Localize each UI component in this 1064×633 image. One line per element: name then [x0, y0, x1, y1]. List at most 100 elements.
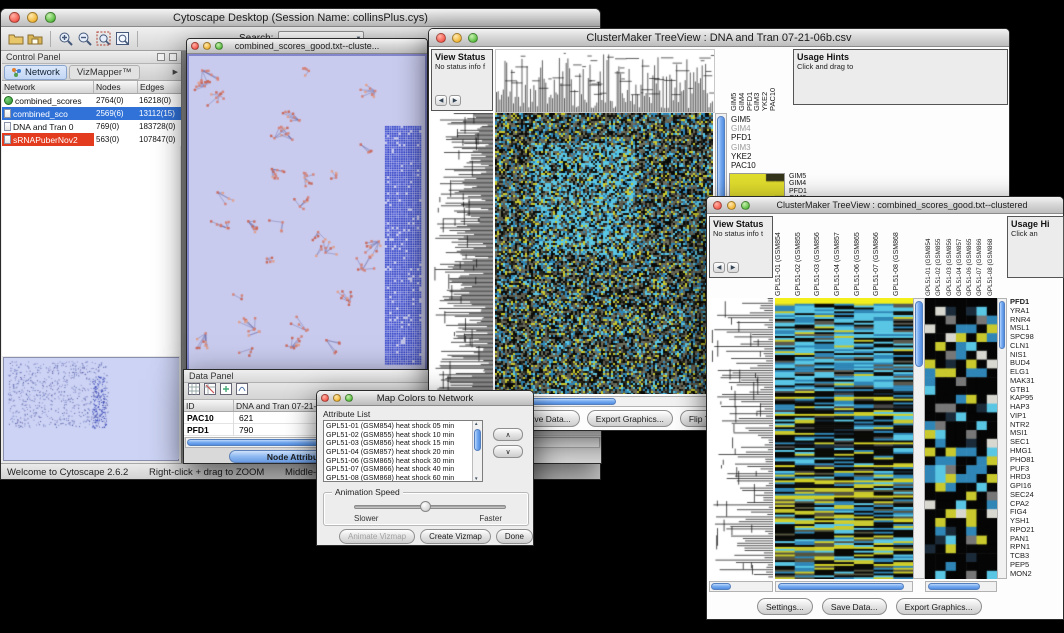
network-overview-canvas[interactable] [4, 358, 179, 459]
network-view-titlebar[interactable]: combined_scores_good.txt--cluste... [187, 39, 427, 54]
zoom-out-icon[interactable] [75, 29, 94, 48]
array-column-label[interactable]: GPL51-04 (GSM857 [834, 218, 854, 296]
treeview-action-button[interactable]: Settings... [757, 598, 813, 615]
attribute-item[interactable]: GPL51-01 (GSM854) heat shock 05 min [324, 422, 472, 431]
zoom-treeview1-button[interactable] [468, 33, 478, 43]
close-treeview2-button[interactable] [713, 201, 722, 210]
tab-network[interactable]: Network [4, 65, 67, 80]
zoom-treeview2-button[interactable] [741, 201, 750, 210]
treeview-action-button[interactable]: Export Graphics... [587, 410, 673, 427]
heatmap-canvas[interactable] [775, 298, 913, 579]
treeview1-titlebar[interactable]: ClusterMaker TreeView : DNA and Tran 07-… [429, 29, 1009, 47]
scroll-thumb[interactable] [474, 429, 481, 451]
dendrogram-hscroll[interactable] [709, 581, 773, 592]
attribute-item[interactable]: GPL51-02 (GSM855) heat shock 10 min [324, 431, 472, 440]
row-dendrogram-canvas[interactable] [431, 113, 493, 394]
network-list-row[interactable]: DNA and Tran 0 769(0) 183728(0) [2, 120, 181, 133]
tab-vizmapper[interactable]: VizMapper™ [69, 65, 140, 80]
attribute-item[interactable]: GPL51-08 (GSM868) heat shock 60 min [324, 474, 472, 482]
minimize-dialog-button[interactable] [333, 394, 341, 402]
matrix-gene-label[interactable]: GIM4 [789, 180, 829, 187]
id-column-header[interactable]: ID [184, 400, 234, 411]
close-view-button[interactable] [191, 42, 199, 50]
gene-label[interactable]: PAC10 [731, 161, 783, 170]
attribute-formula-icon[interactable] [236, 382, 248, 400]
minimize-treeview2-button[interactable] [727, 201, 736, 210]
save-session-icon[interactable] [26, 29, 45, 48]
minimize-window-button[interactable] [27, 12, 38, 23]
zoom-column-label[interactable]: GPL51-01 (GSM854 [925, 218, 935, 296]
row-dendrogram-canvas[interactable] [709, 298, 773, 579]
map-dialog-titlebar[interactable]: Map Colors to Network [317, 391, 533, 406]
zoom-window-button[interactable] [45, 12, 56, 23]
treeview-action-button[interactable]: Export Graphics... [896, 598, 982, 615]
zoom-in-icon[interactable] [56, 29, 75, 48]
open-session-icon[interactable] [7, 29, 26, 48]
network-view-canvas[interactable] [189, 56, 425, 369]
rotated-gene-label[interactable]: YKE2 [760, 51, 768, 111]
close-dialog-button[interactable] [321, 394, 329, 402]
zoom-column-label[interactable]: GPL51-08 (GSM868 [987, 218, 997, 296]
dialog-button[interactable]: Done [496, 529, 533, 544]
zoom-view-button[interactable] [215, 42, 223, 50]
treeview-action-button[interactable]: Save Data... [822, 598, 887, 615]
network-list-row[interactable]: combined_sco 2569(6) 13112(15) [2, 107, 181, 120]
scroll-thumb[interactable] [915, 301, 923, 367]
zoom-dialog-button[interactable] [345, 394, 353, 402]
attribute-item[interactable]: GPL51-07 (GSM866) heat shock 40 min [324, 465, 472, 474]
close-window-button[interactable] [9, 12, 20, 23]
rotated-gene-label[interactable]: PAC10 [768, 51, 776, 111]
array-column-label[interactable]: GPL51-06 (GSM865 [854, 218, 874, 296]
zoom-column-label[interactable]: GPL51-07 (GSM866 [976, 218, 986, 296]
scroll-right-button[interactable]: ▶ [727, 262, 739, 273]
move-down-button[interactable]: ∨ [493, 445, 523, 458]
scroll-down-icon[interactable]: ▼ [474, 476, 478, 481]
heatmap-canvas[interactable] [495, 113, 713, 394]
attribute-item[interactable]: GPL51-06 (GSM865) heat shock 30 min [324, 457, 472, 466]
scroll-up-icon[interactable]: ▲ [474, 421, 478, 426]
select-attributes-icon[interactable] [188, 382, 200, 400]
array-column-label[interactable]: GPL51-08 (GSM868 [893, 218, 913, 296]
matrix-gene-label[interactable]: GIM5 [789, 173, 829, 180]
gene-label[interactable]: MON2 [1010, 570, 1064, 579]
treeview2-titlebar[interactable]: ClusterMaker TreeView : combined_scores_… [707, 197, 1063, 214]
zoom-selected-icon[interactable] [94, 29, 113, 48]
zoom-column-label[interactable]: GPL51-02 (GSM855 [935, 218, 945, 296]
main-titlebar[interactable]: Cytoscape Desktop (Session Name: collins… [1, 9, 600, 27]
array-column-label[interactable]: GPL51-07 (GSM866 [873, 218, 893, 296]
unselect-attributes-icon[interactable] [204, 382, 216, 400]
scroll-left-button[interactable]: ◀ [713, 262, 725, 273]
gene-label[interactable]: YKE2 [731, 152, 783, 161]
minimize-view-button[interactable] [203, 42, 211, 50]
attribute-list-vscroll[interactable]: ▲ ▼ [472, 421, 482, 481]
network-list-row[interactable]: sRNAPuberNov2 563(0) 107847(0) [2, 133, 181, 146]
scroll-thumb[interactable] [778, 583, 904, 590]
move-up-button[interactable]: ∧ [493, 428, 523, 441]
close-panel-icon[interactable] [169, 53, 177, 61]
zoom-view-canvas[interactable] [925, 298, 997, 579]
zoom-vscroll[interactable] [997, 298, 1007, 579]
minimize-treeview1-button[interactable] [452, 33, 462, 43]
rotated-gene-label[interactable]: GIM4 [737, 51, 745, 111]
dialog-button[interactable]: Create Vizmap [420, 529, 491, 544]
attribute-item[interactable]: GPL51-04 (GSM857) heat shock 20 min [324, 448, 472, 457]
close-treeview1-button[interactable] [436, 33, 446, 43]
zoom-column-label[interactable]: GPL51-06 (GSM865 [966, 218, 976, 296]
new-attribute-icon[interactable] [220, 382, 232, 400]
array-column-label[interactable]: GPL51-02 (GSM855 [795, 218, 815, 296]
scroll-thumb[interactable] [999, 301, 1005, 349]
gene-label[interactable]: GIM5 [731, 115, 783, 124]
network-list-row[interactable]: combined_scores 2764(0) 16218(0) [2, 94, 181, 107]
array-column-label[interactable]: GPL51-01 (GSM854 [775, 218, 795, 296]
attribute-item[interactable]: GPL51-03 (GSM856) heat shock 15 min [324, 439, 472, 448]
zoom-column-label[interactable]: GPL51-04 (GSM857 [956, 218, 966, 296]
heatmap-vscroll[interactable] [913, 298, 925, 579]
speed-slider-thumb[interactable] [420, 501, 431, 512]
array-column-label[interactable]: GPL51-03 (GSM856 [814, 218, 834, 296]
matrix-gene-label[interactable]: PFD1 [789, 188, 829, 195]
column-dendrogram-canvas[interactable] [495, 49, 715, 113]
dialog-button[interactable]: Animate Vizmap [339, 529, 415, 544]
heatmap-hscroll[interactable] [775, 581, 913, 592]
zoom-fit-icon[interactable] [113, 29, 132, 48]
gene-label[interactable]: GIM4 [731, 124, 783, 133]
